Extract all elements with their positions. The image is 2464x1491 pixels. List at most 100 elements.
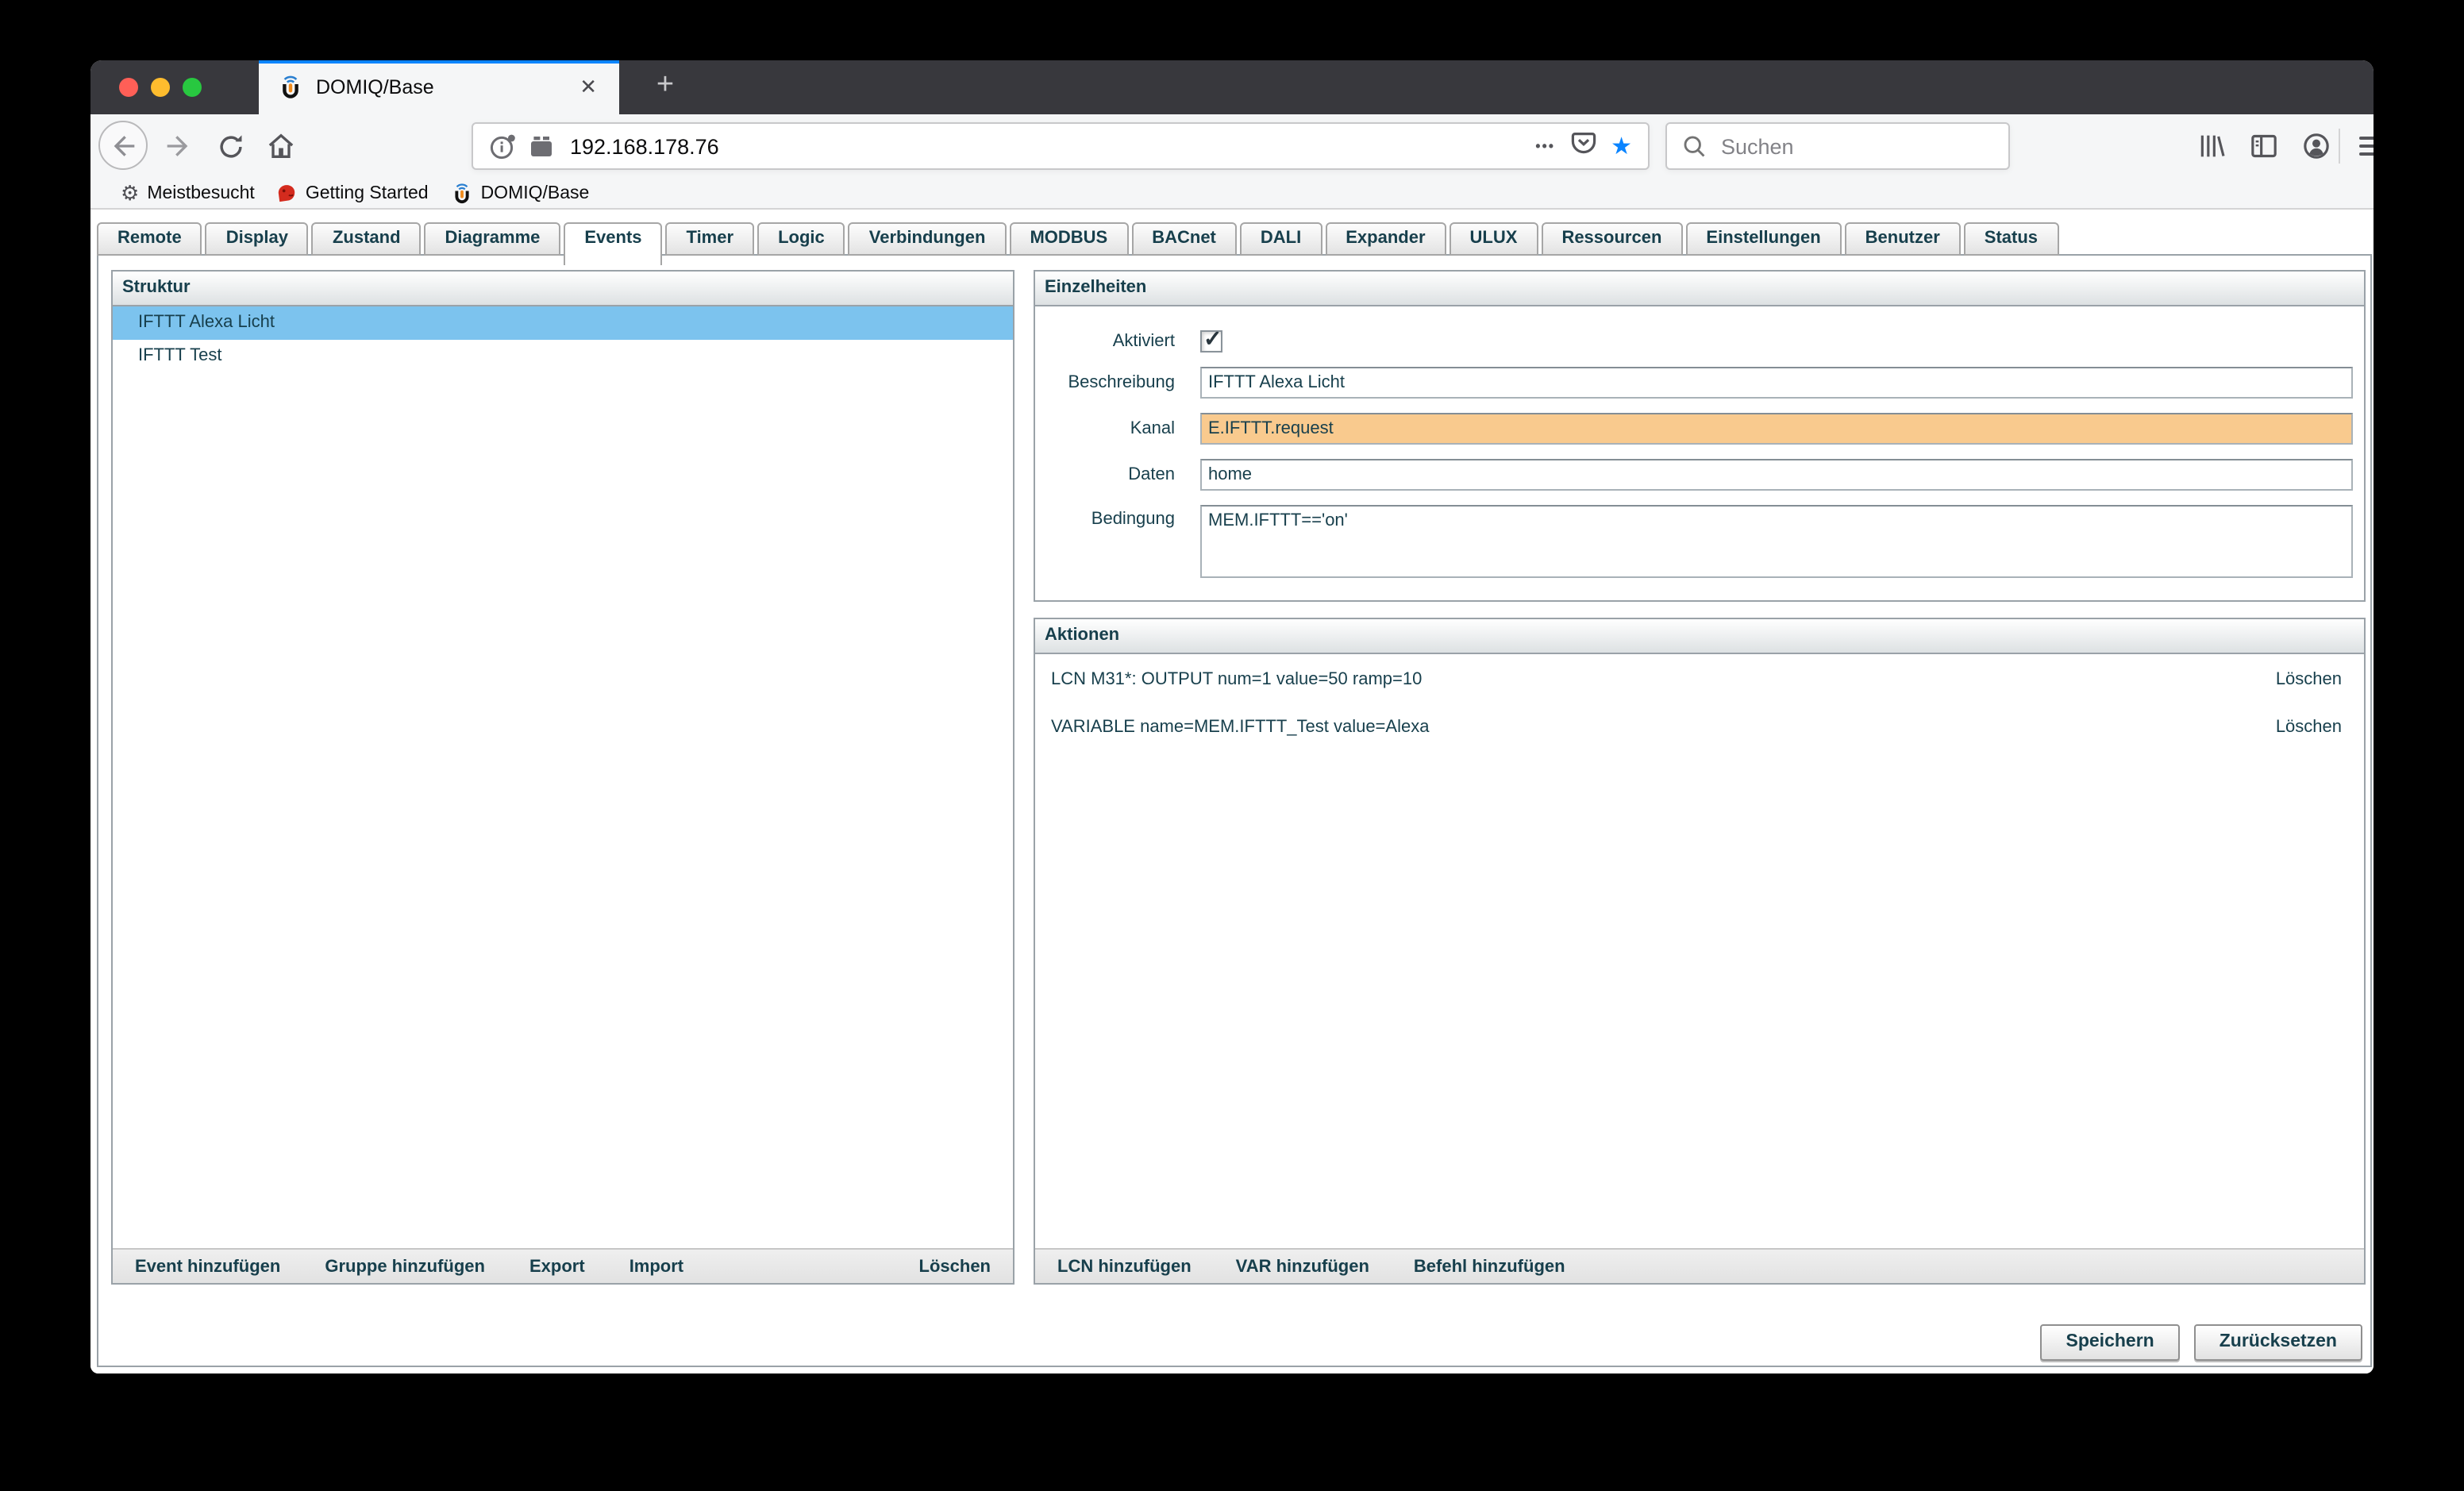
reload-button[interactable]: [211, 127, 249, 165]
tab-diagramme[interactable]: Diagramme: [425, 222, 561, 256]
home-icon: [265, 130, 297, 162]
tab-ulux[interactable]: ULUX: [1450, 222, 1538, 256]
action-text: LCN M31*: OUTPUT num=1 value=50 ramp=10: [1035, 670, 1422, 689]
import-button[interactable]: Import: [607, 1257, 706, 1276]
reset-button[interactable]: Zurücksetzen: [2194, 1324, 2362, 1361]
aktionen-panel-header: Aktionen: [1035, 619, 2364, 654]
add-var-button[interactable]: VAR hinzufügen: [1214, 1257, 1392, 1276]
daten-label: Daten: [1035, 465, 1175, 484]
window-controls: [119, 78, 202, 97]
bedingung-field[interactable]: MEM.IFTTT=='on': [1200, 505, 2353, 578]
list-item-ifttt-alexa-licht[interactable]: IFTTT Alexa Licht: [113, 306, 1013, 340]
pocket-icon[interactable]: [1569, 129, 1596, 164]
getting-started-icon: [277, 183, 298, 203]
url-input[interactable]: [570, 134, 1535, 158]
daten-field[interactable]: [1200, 459, 2353, 491]
search-bar[interactable]: [1665, 122, 2010, 170]
tab-logic[interactable]: Logic: [757, 222, 845, 256]
back-button[interactable]: [98, 121, 148, 170]
add-command-button[interactable]: Befehl hinzufügen: [1392, 1257, 1588, 1276]
action-row-lcn[interactable]: LCN M31*: OUTPUT num=1 value=50 ramp=10 …: [1035, 664, 2364, 695]
action-text: VARIABLE name=MEM.IFTTT_Test value=Alexa: [1035, 718, 1429, 737]
bookmarks-bar: ⚙ Meistbesucht Getting Started DOMI: [90, 178, 2374, 210]
back-arrow-icon: [107, 129, 139, 161]
bedingung-row: Bedingung MEM.IFTTT=='on': [1035, 505, 2353, 578]
site-info-icon[interactable]: [489, 132, 518, 160]
tab-verbindungen[interactable]: Verbindungen: [849, 222, 1007, 256]
hamburger-icon: [2359, 137, 2374, 156]
close-window-button[interactable]: [119, 78, 138, 97]
daten-row: Daten: [1035, 459, 2353, 491]
add-event-button[interactable]: Event hinzufügen: [113, 1257, 302, 1276]
beschreibung-field[interactable]: [1200, 367, 2353, 399]
new-tab-button[interactable]: +: [640, 60, 691, 114]
tab-dali[interactable]: DALI: [1240, 222, 1322, 256]
bookmark-label: Meistbesucht: [147, 183, 255, 202]
struktur-panel: Struktur IFTTT Alexa Licht IFTTT Test Ev…: [111, 270, 1014, 1285]
tab-bacnet[interactable]: BACnet: [1131, 222, 1237, 256]
tab-zustand[interactable]: Zustand: [312, 222, 422, 256]
aktionen-panel: Aktionen LCN M31*: OUTPUT num=1 value=50…: [1034, 618, 2366, 1285]
reload-icon: [215, 131, 245, 161]
search-icon: [1681, 133, 1707, 159]
beschreibung-label: Beschreibung: [1035, 373, 1175, 392]
delete-action-link[interactable]: Löschen: [2276, 670, 2364, 689]
add-lcn-button[interactable]: LCN hinzufügen: [1035, 1257, 1214, 1276]
kanal-field[interactable]: [1200, 413, 2353, 445]
bookmark-star-icon[interactable]: ★: [1611, 134, 1632, 158]
bookmark-getting-started[interactable]: Getting Started: [266, 183, 440, 203]
screen: DOMIQ/Base ✕ +: [0, 0, 2464, 1491]
browser-window: DOMIQ/Base ✕ +: [90, 60, 2374, 1373]
save-button[interactable]: Speichern: [2041, 1324, 2180, 1361]
tab-display[interactable]: Display: [206, 222, 309, 256]
zoom-window-button[interactable]: [183, 78, 202, 97]
home-button[interactable]: [262, 127, 300, 165]
aktiviert-label: Aktiviert: [1035, 332, 1175, 351]
tab-modbus[interactable]: MODBUS: [1009, 222, 1128, 256]
einzelheiten-panel: Einzelheiten Aktiviert Beschreibung Kana…: [1034, 270, 2366, 602]
bedingung-label: Bedingung: [1035, 510, 1175, 529]
list-item-ifttt-test[interactable]: IFTTT Test: [113, 340, 1013, 373]
forward-arrow-icon: [162, 130, 194, 162]
struktur-toolbar: Event hinzufügen Gruppe hinzufügen Expor…: [113, 1248, 1013, 1283]
sidebar-button[interactable]: [2245, 127, 2283, 165]
kanal-row: Kanal: [1035, 413, 2353, 445]
account-button[interactable]: [2297, 127, 2335, 165]
navigation-toolbar: ••• ★: [90, 114, 2374, 178]
kanal-label: Kanal: [1035, 419, 1175, 438]
aktiviert-checkbox[interactable]: [1200, 330, 1222, 353]
einzelheiten-form: Aktiviert Beschreibung Kanal Daten: [1035, 306, 2364, 578]
page-actions-icon[interactable]: •••: [1535, 138, 1555, 154]
delete-button[interactable]: Löschen: [919, 1257, 1013, 1276]
bookmark-domiq-base[interactable]: DOMIQ/Base: [440, 182, 601, 204]
search-input[interactable]: [1718, 133, 2008, 160]
minimize-window-button[interactable]: [151, 78, 170, 97]
gear-icon: ⚙: [121, 183, 139, 203]
bookmark-meistbesucht[interactable]: ⚙ Meistbesucht: [110, 183, 266, 203]
permissions-icon[interactable]: [527, 132, 556, 160]
tab-remote[interactable]: Remote: [97, 222, 202, 256]
export-button[interactable]: Export: [507, 1257, 607, 1276]
forward-button[interactable]: [159, 127, 197, 165]
tab-einstellungen[interactable]: Einstellungen: [1685, 222, 1841, 256]
menu-button[interactable]: [2351, 127, 2374, 165]
browser-tab[interactable]: DOMIQ/Base ✕: [259, 60, 619, 114]
tab-ressourcen[interactable]: Ressourcen: [1541, 222, 1682, 256]
tab-benutzer[interactable]: Benutzer: [1845, 222, 1961, 256]
url-bar[interactable]: ••• ★: [472, 122, 1650, 170]
delete-action-link[interactable]: Löschen: [2276, 718, 2364, 737]
tab-events[interactable]: Events: [564, 222, 662, 265]
beschreibung-row: Beschreibung: [1035, 367, 2353, 399]
tab-timer[interactable]: Timer: [666, 222, 755, 256]
domiq-favicon-icon: [451, 182, 473, 204]
domiq-favicon-icon: [278, 75, 303, 100]
aktiviert-row: Aktiviert: [1035, 330, 2353, 353]
tab-status[interactable]: Status: [1964, 222, 2058, 256]
sidebar-icon: [2248, 130, 2280, 162]
action-row-variable[interactable]: VARIABLE name=MEM.IFTTT_Test value=Alexa…: [1035, 711, 2364, 743]
close-tab-icon[interactable]: ✕: [573, 71, 603, 103]
add-group-button[interactable]: Gruppe hinzufügen: [302, 1257, 507, 1276]
library-button[interactable]: [2193, 127, 2231, 165]
library-icon: [2196, 130, 2227, 162]
tab-expander[interactable]: Expander: [1325, 222, 1446, 256]
